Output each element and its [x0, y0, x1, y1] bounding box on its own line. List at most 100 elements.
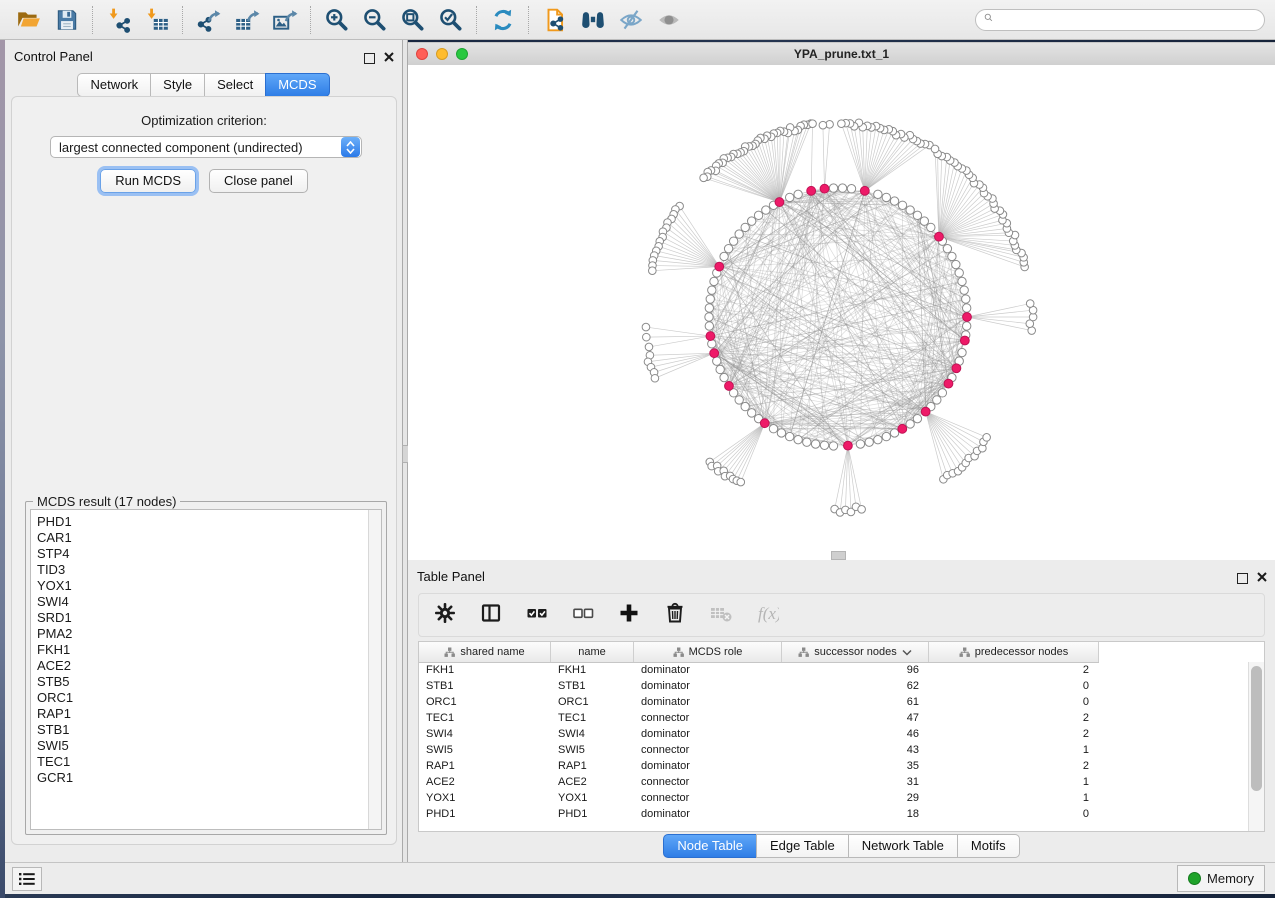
ring-node[interactable]	[741, 223, 749, 231]
satellite-node[interactable]	[643, 333, 651, 341]
table-row[interactable]: ORC1ORC1dominator610	[419, 694, 1248, 710]
save-session-button[interactable]	[48, 5, 86, 35]
ring-node[interactable]	[882, 432, 890, 440]
close-table-panel-icon[interactable]	[1257, 569, 1267, 587]
zoom-fit-button[interactable]	[394, 5, 432, 35]
mcds-result-item[interactable]: STP4	[37, 546, 365, 562]
table-row[interactable]: RAP1RAP1dominator352	[419, 758, 1248, 774]
float-table-panel-icon[interactable]	[1237, 573, 1248, 584]
satellite-node[interactable]	[931, 145, 939, 153]
table-row[interactable]: SWI4SWI4dominator462	[419, 726, 1248, 742]
refresh-view-button[interactable]	[484, 5, 522, 35]
column-header-predecessor-nodes[interactable]: predecessor nodes	[929, 642, 1099, 662]
column-header-MCDS-role[interactable]: MCDS role	[634, 642, 782, 662]
ring-node[interactable]	[724, 244, 732, 252]
network-graph-canvas[interactable]	[408, 65, 1275, 560]
satellite-node[interactable]	[809, 120, 817, 128]
ring-node[interactable]	[716, 365, 724, 373]
satellite-node[interactable]	[819, 121, 827, 129]
mcds-hub-node[interactable]	[843, 441, 852, 450]
mcds-result-item[interactable]: SRD1	[37, 610, 365, 626]
close-panel-button[interactable]: Close panel	[209, 169, 308, 193]
mcds-hub-node[interactable]	[775, 198, 784, 207]
satellite-node[interactable]	[700, 174, 708, 182]
mcds-hub-node[interactable]	[807, 186, 816, 195]
mcds-hub-node[interactable]	[921, 407, 930, 416]
ring-node[interactable]	[741, 402, 749, 410]
export-table-button[interactable]	[228, 5, 266, 35]
export-network-button[interactable]	[190, 5, 228, 35]
ring-node[interactable]	[933, 396, 941, 404]
tab-style[interactable]: Style	[150, 73, 204, 97]
ring-node[interactable]	[913, 211, 921, 219]
ring-node[interactable]	[829, 184, 837, 192]
memory-button[interactable]: Memory	[1177, 865, 1265, 892]
ring-node[interactable]	[874, 190, 882, 198]
tab-network-table[interactable]: Network Table	[848, 834, 957, 858]
mcds-hub-node[interactable]	[963, 313, 972, 322]
ring-node[interactable]	[856, 440, 864, 448]
tab-motifs[interactable]: Motifs	[957, 834, 1020, 858]
float-panel-icon[interactable]	[364, 53, 375, 64]
mcds-hub-node[interactable]	[820, 184, 829, 193]
tab-mcds[interactable]: MCDS	[265, 73, 329, 97]
create-column-button[interactable]	[617, 601, 641, 630]
satellite-node[interactable]	[642, 323, 650, 331]
mcds-hub-node[interactable]	[960, 336, 969, 345]
ring-node[interactable]	[958, 348, 966, 356]
tab-node-table[interactable]: Node Table	[663, 834, 756, 858]
open-file-button[interactable]	[10, 5, 48, 35]
table-row[interactable]: TEC1TEC1connector472	[419, 710, 1248, 726]
ring-node[interactable]	[747, 217, 755, 225]
ring-node[interactable]	[708, 286, 716, 294]
mcds-hub-node[interactable]	[710, 349, 719, 358]
ring-node[interactable]	[754, 211, 762, 219]
mcds-hub-node[interactable]	[860, 186, 869, 195]
ring-node[interactable]	[865, 438, 873, 446]
first-neighbors-button[interactable]	[574, 5, 612, 35]
ring-node[interactable]	[705, 322, 713, 330]
table-row[interactable]: YOX1YOX1connector291	[419, 790, 1248, 806]
table-row[interactable]: FKH1FKH1dominator962	[419, 662, 1248, 678]
ring-node[interactable]	[720, 373, 728, 381]
mcds-hub-node[interactable]	[898, 424, 907, 433]
mcds-hub-node[interactable]	[944, 379, 953, 388]
mcds-result-list[interactable]: PHD1CAR1STP4TID3YOX1SWI4SRD1PMA2FKH1ACE2…	[30, 509, 382, 830]
ring-node[interactable]	[713, 357, 721, 365]
ring-node[interactable]	[785, 432, 793, 440]
ring-node[interactable]	[708, 340, 716, 348]
ring-node[interactable]	[720, 252, 728, 260]
zoom-out-button[interactable]	[356, 5, 394, 35]
column-header-name[interactable]: name	[551, 642, 634, 662]
hide-selected-button[interactable]	[612, 5, 650, 35]
import-network-button[interactable]	[100, 5, 138, 35]
table-row[interactable]: PHD1PHD1dominator180	[419, 806, 1248, 822]
ring-node[interactable]	[803, 438, 811, 446]
ring-node[interactable]	[705, 313, 713, 321]
mcds-hub-node[interactable]	[725, 382, 734, 391]
tab-network[interactable]: Network	[77, 73, 150, 97]
table-scrollbar-thumb[interactable]	[1251, 666, 1262, 791]
mcds-result-item[interactable]: GCR1	[37, 770, 365, 786]
search-input[interactable]	[1004, 12, 1256, 28]
run-mcds-button[interactable]: Run MCDS	[100, 169, 196, 193]
ring-node[interactable]	[952, 260, 960, 268]
close-panel-icon[interactable]	[384, 49, 394, 67]
mcds-result-item[interactable]: SWI5	[37, 738, 365, 754]
search-box[interactable]	[975, 9, 1265, 31]
ring-node[interactable]	[906, 420, 914, 428]
network-window-titlebar[interactable]: YPA_prune.txt_1	[408, 42, 1275, 66]
ring-node[interactable]	[706, 295, 714, 303]
ring-node[interactable]	[847, 185, 855, 193]
ring-node[interactable]	[890, 429, 898, 437]
ring-node[interactable]	[747, 409, 755, 417]
mcds-result-item[interactable]: ACE2	[37, 658, 365, 674]
ring-node[interactable]	[913, 414, 921, 422]
ring-node[interactable]	[958, 277, 966, 285]
mcds-result-item[interactable]: PMA2	[37, 626, 365, 642]
satellite-node[interactable]	[645, 343, 653, 351]
ring-node[interactable]	[829, 442, 837, 450]
optimization-criterion-select[interactable]: largest connected component (undirected)	[50, 136, 362, 158]
zoom-in-button[interactable]	[318, 5, 356, 35]
tab-edge-table[interactable]: Edge Table	[756, 834, 848, 858]
